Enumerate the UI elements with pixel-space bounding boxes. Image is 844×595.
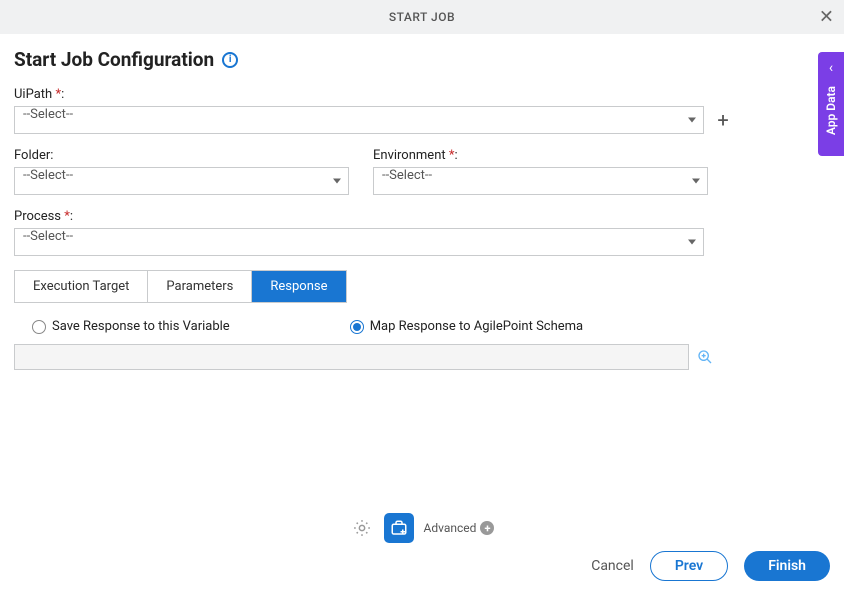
folder-label: Folder: (14, 148, 349, 163)
response-input[interactable] (14, 344, 689, 370)
tabs: Execution Target Parameters Response (14, 270, 347, 303)
radio-save-label: Save Response to this Variable (52, 319, 230, 334)
toolbox-button[interactable] (384, 513, 414, 543)
tab-response[interactable]: Response (252, 271, 345, 302)
footer-tools: Advanced + (0, 513, 844, 543)
process-label-text: Process (14, 209, 61, 224)
response-radio-row: Save Response to this Variable Map Respo… (14, 319, 830, 334)
process-group: Process *: --Select-- (14, 209, 830, 256)
radio-icon (350, 320, 364, 334)
page-title: Start Job Configuration (14, 48, 214, 71)
tab-parameters[interactable]: Parameters (148, 271, 252, 302)
colon: : (70, 209, 73, 224)
response-input-row (14, 344, 830, 370)
app-data-label: App Data (824, 86, 838, 135)
uipath-label-text: UiPath (14, 87, 52, 102)
uipath-select[interactable]: --Select-- (14, 106, 704, 134)
advanced-link[interactable]: Advanced + (424, 521, 495, 535)
plus-circle-icon: + (480, 521, 494, 535)
folder-group: Folder: --Select-- (14, 148, 349, 195)
finish-button[interactable]: Finish (744, 551, 830, 581)
uipath-group: UiPath *: --Select-- + (14, 87, 830, 134)
search-zoom-icon[interactable] (697, 349, 713, 365)
radio-map-label: Map Response to AgilePoint Schema (370, 319, 583, 334)
colon: : (61, 87, 64, 102)
chevron-left-icon: ‹ (829, 60, 833, 76)
info-icon[interactable]: i (222, 52, 238, 68)
uipath-label: UiPath *: (14, 87, 830, 102)
colon: : (454, 148, 457, 163)
radio-icon (32, 320, 46, 334)
modal-title: START JOB (389, 10, 455, 24)
environment-label: Environment *: (373, 148, 708, 163)
environment-select[interactable]: --Select-- (373, 167, 708, 195)
folder-select[interactable]: --Select-- (14, 167, 349, 195)
environment-label-text: Environment (373, 148, 446, 163)
tab-execution-target[interactable]: Execution Target (15, 271, 148, 302)
radio-map-response[interactable]: Map Response to AgilePoint Schema (350, 319, 583, 334)
prev-button[interactable]: Prev (650, 551, 728, 581)
advanced-label: Advanced (424, 521, 477, 535)
environment-group: Environment *: --Select-- (373, 148, 708, 195)
page-title-row: Start Job Configuration i (14, 48, 830, 71)
close-icon[interactable]: ✕ (819, 7, 834, 28)
add-uipath-button[interactable]: + (712, 109, 734, 131)
briefcase-icon (390, 519, 408, 537)
process-select[interactable]: --Select-- (14, 228, 704, 256)
content: Start Job Configuration i UiPath *: --Se… (0, 34, 844, 370)
gear-icon (352, 518, 372, 538)
footer-actions: Cancel Prev Finish (591, 551, 830, 581)
settings-button[interactable] (350, 516, 374, 540)
modal-header: START JOB ✕ (0, 0, 844, 34)
cancel-button[interactable]: Cancel (591, 558, 634, 574)
radio-save-response[interactable]: Save Response to this Variable (32, 319, 230, 334)
app-data-panel-tab[interactable]: ‹ App Data (818, 52, 844, 156)
process-label: Process *: (14, 209, 830, 224)
